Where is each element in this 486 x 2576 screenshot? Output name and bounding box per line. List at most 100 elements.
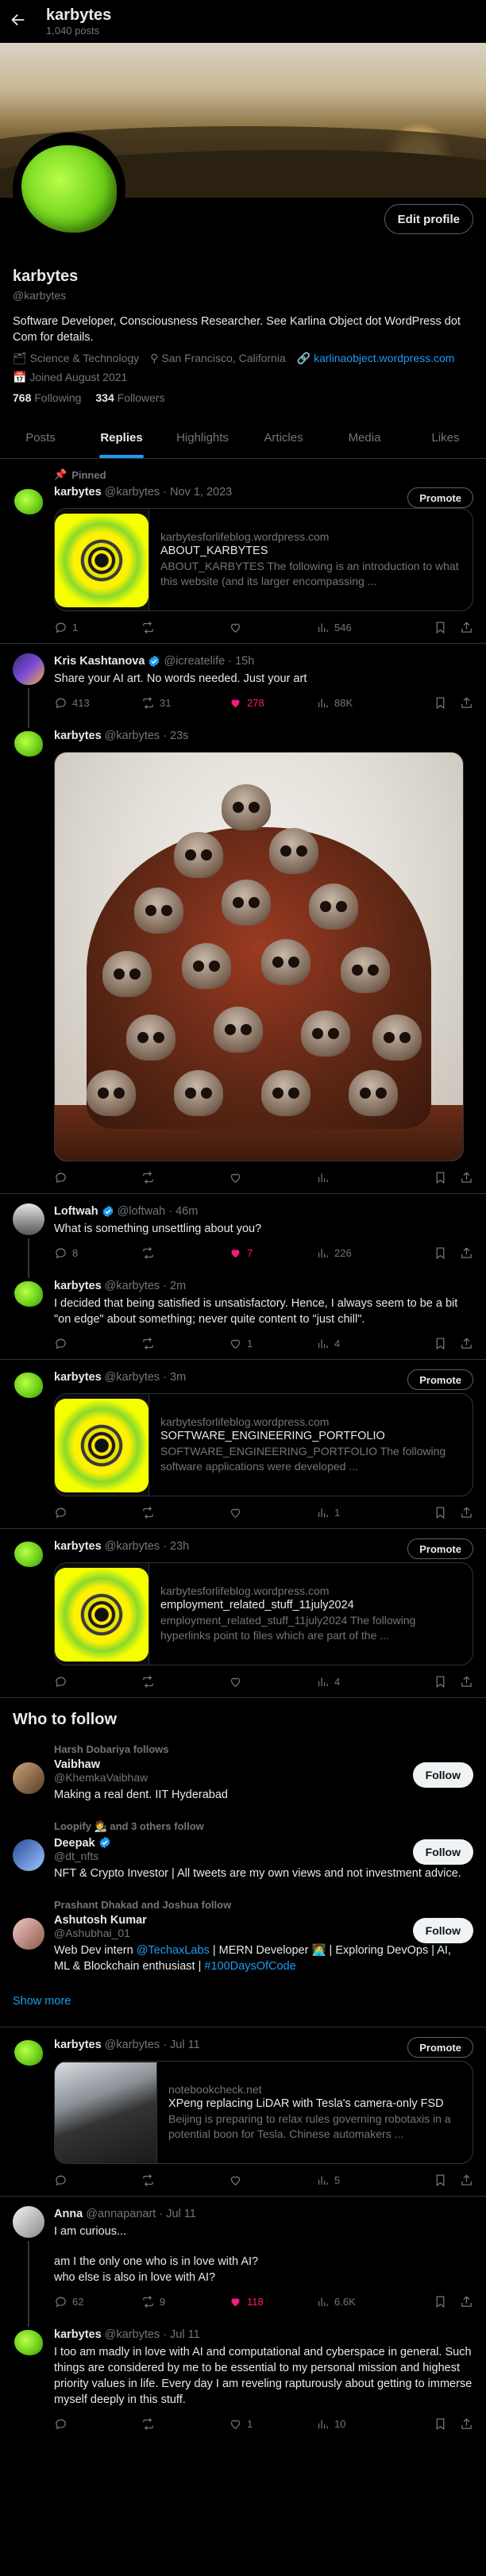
hashtag-link[interactable]: #100DaysOfCode [204, 1960, 295, 1973]
avatar[interactable] [13, 1538, 44, 1570]
avatar[interactable] [13, 2206, 44, 2238]
share-icon[interactable] [460, 1171, 473, 1184]
followers-link[interactable]: 334 Followers [95, 391, 164, 404]
follow-suggestion[interactable]: Prashant Dhakad and Joshua follow Follow… [0, 1891, 486, 1984]
avatar[interactable] [13, 1278, 44, 1310]
bookmark-icon[interactable] [434, 1171, 447, 1184]
reply-button[interactable] [54, 1337, 141, 1350]
profile-avatar[interactable] [13, 133, 125, 245]
follow-button[interactable]: Follow [412, 1839, 473, 1865]
views-button[interactable]: 88K [316, 696, 403, 710]
bookmark-icon[interactable] [434, 2295, 447, 2308]
reply-button[interactable] [54, 1675, 141, 1688]
follow-suggestion[interactable]: Loopify 🧑‍🎨 and 3 others follow Follow D… [0, 1812, 486, 1891]
repost-button[interactable]: 9 [141, 2295, 229, 2308]
tab-likes[interactable]: Likes [405, 417, 486, 458]
like-button[interactable] [229, 1171, 316, 1184]
like-button[interactable]: 7 [229, 1246, 316, 1260]
like-button[interactable]: 1 [229, 2417, 316, 2431]
follow-suggestion[interactable]: Harsh Dobariya follows Follow Vaibhaw @K… [0, 1735, 486, 1812]
reply-button[interactable] [54, 2417, 141, 2431]
post-loftwah[interactable]: Loftwah @loftwah · 46m What is something u… [0, 1194, 486, 1278]
avatar[interactable] [13, 486, 44, 518]
bookmark-icon[interactable] [434, 696, 447, 710]
reply-button[interactable] [54, 1171, 141, 1184]
promote-button[interactable]: Promote [407, 487, 473, 508]
tab-posts[interactable]: Posts [0, 417, 81, 458]
author-name[interactable]: Loftwah [54, 1203, 98, 1219]
share-icon[interactable] [460, 2295, 473, 2308]
avatar[interactable] [13, 1203, 44, 1235]
link-card[interactable]: notebookcheck.net XPeng replacing LiDAR … [54, 2061, 473, 2164]
tab-replies[interactable]: Replies [81, 417, 162, 458]
reply-button[interactable]: 413 [54, 696, 141, 710]
avatar[interactable] [13, 1762, 44, 1794]
repost-button[interactable] [141, 621, 229, 634]
share-icon[interactable] [460, 2174, 473, 2187]
like-button[interactable] [229, 621, 316, 634]
avatar[interactable] [13, 2037, 44, 2069]
share-icon[interactable] [460, 1506, 473, 1519]
avatar[interactable] [13, 1839, 44, 1871]
views-button[interactable]: 4 [316, 1675, 403, 1688]
post-xpeng-link[interactable]: Promote karbytes @karbytes · Jul 11 notebo… [0, 2027, 486, 2197]
avatar[interactable] [13, 1369, 44, 1401]
reply-button[interactable]: 1 [54, 621, 141, 634]
share-icon[interactable] [460, 696, 473, 710]
repost-button[interactable] [141, 2417, 229, 2431]
avatar[interactable] [13, 2327, 44, 2358]
views-button[interactable]: 1 [316, 1506, 403, 1519]
author-name[interactable]: karbytes [54, 1278, 102, 1294]
follow-button[interactable]: Follow [412, 1762, 473, 1788]
website-link[interactable]: karlinaobject.wordpress.com [314, 352, 454, 364]
share-icon[interactable] [460, 1246, 473, 1260]
share-icon[interactable] [460, 621, 473, 634]
following-link[interactable]: 768 Following [13, 391, 81, 404]
edit-profile-button[interactable]: Edit profile [384, 204, 473, 234]
follow-button[interactable]: Follow [412, 1918, 473, 1943]
views-button[interactable]: 5 [316, 2174, 403, 2187]
link-card[interactable]: karbytesforlifeblog.wordpress.com employ… [54, 1562, 473, 1665]
bookmark-icon[interactable] [434, 1506, 447, 1519]
repost-button[interactable] [141, 1337, 229, 1350]
tab-highlights[interactable]: Highlights [162, 417, 243, 458]
views-button[interactable]: 226 [316, 1246, 403, 1260]
like-button[interactable] [229, 1675, 316, 1688]
bookmark-icon[interactable] [434, 621, 447, 634]
link-card[interactable]: karbytesforlifeblog.wordpress.com SOFTWA… [54, 1393, 473, 1496]
promote-button[interactable]: Promote [407, 1538, 473, 1559]
share-icon[interactable] [460, 1675, 473, 1688]
bookmark-icon[interactable] [434, 1675, 447, 1688]
author-name[interactable]: Anna [54, 2206, 83, 2222]
repost-button[interactable] [141, 2174, 229, 2187]
bookmark-icon[interactable] [434, 1337, 447, 1350]
post-anna[interactable]: Anna @annapanart · Jul 11 I am curious... … [0, 2197, 486, 2327]
author-name[interactable]: Kris Kashtanova [54, 653, 145, 669]
share-icon[interactable] [460, 2417, 473, 2431]
bookmark-icon[interactable] [434, 2174, 447, 2187]
repost-button[interactable] [141, 1171, 229, 1184]
like-button[interactable] [229, 1506, 316, 1519]
like-button[interactable]: 118 [229, 2295, 316, 2308]
reply-button[interactable] [54, 2174, 141, 2187]
like-button[interactable]: 1 [229, 1337, 316, 1350]
reply-button[interactable]: 8 [54, 1246, 141, 1260]
author-name[interactable]: karbytes [54, 484, 102, 500]
bookmark-icon[interactable] [434, 1246, 447, 1260]
views-button[interactable] [316, 1171, 403, 1184]
post-pinned[interactable]: 📌 Pinned Promote karbytes @karbytes · Nov 1… [0, 459, 486, 644]
author-name[interactable]: karbytes [54, 1538, 102, 1554]
share-icon[interactable] [460, 1337, 473, 1350]
reply-button[interactable] [54, 1506, 141, 1519]
show-more-link[interactable]: Show more [0, 1984, 486, 2027]
avatar[interactable] [13, 1918, 44, 1950]
post-portfolio[interactable]: Promote karbytes @karbytes · 3m karbytesfo… [0, 1360, 486, 1529]
repost-button[interactable]: 31 [141, 696, 229, 710]
mention-link[interactable]: @TechaxLabs [137, 1944, 210, 1957]
post-kris[interactable]: Kris Kashtanova @icreatelife · 15h Share y… [0, 644, 486, 728]
views-button[interactable]: 546 [316, 621, 403, 634]
repost-button[interactable] [141, 1675, 229, 1688]
reply-button[interactable]: 62 [54, 2295, 141, 2308]
like-button[interactable]: 278 [229, 696, 316, 710]
promote-button[interactable]: Promote [407, 2037, 473, 2058]
